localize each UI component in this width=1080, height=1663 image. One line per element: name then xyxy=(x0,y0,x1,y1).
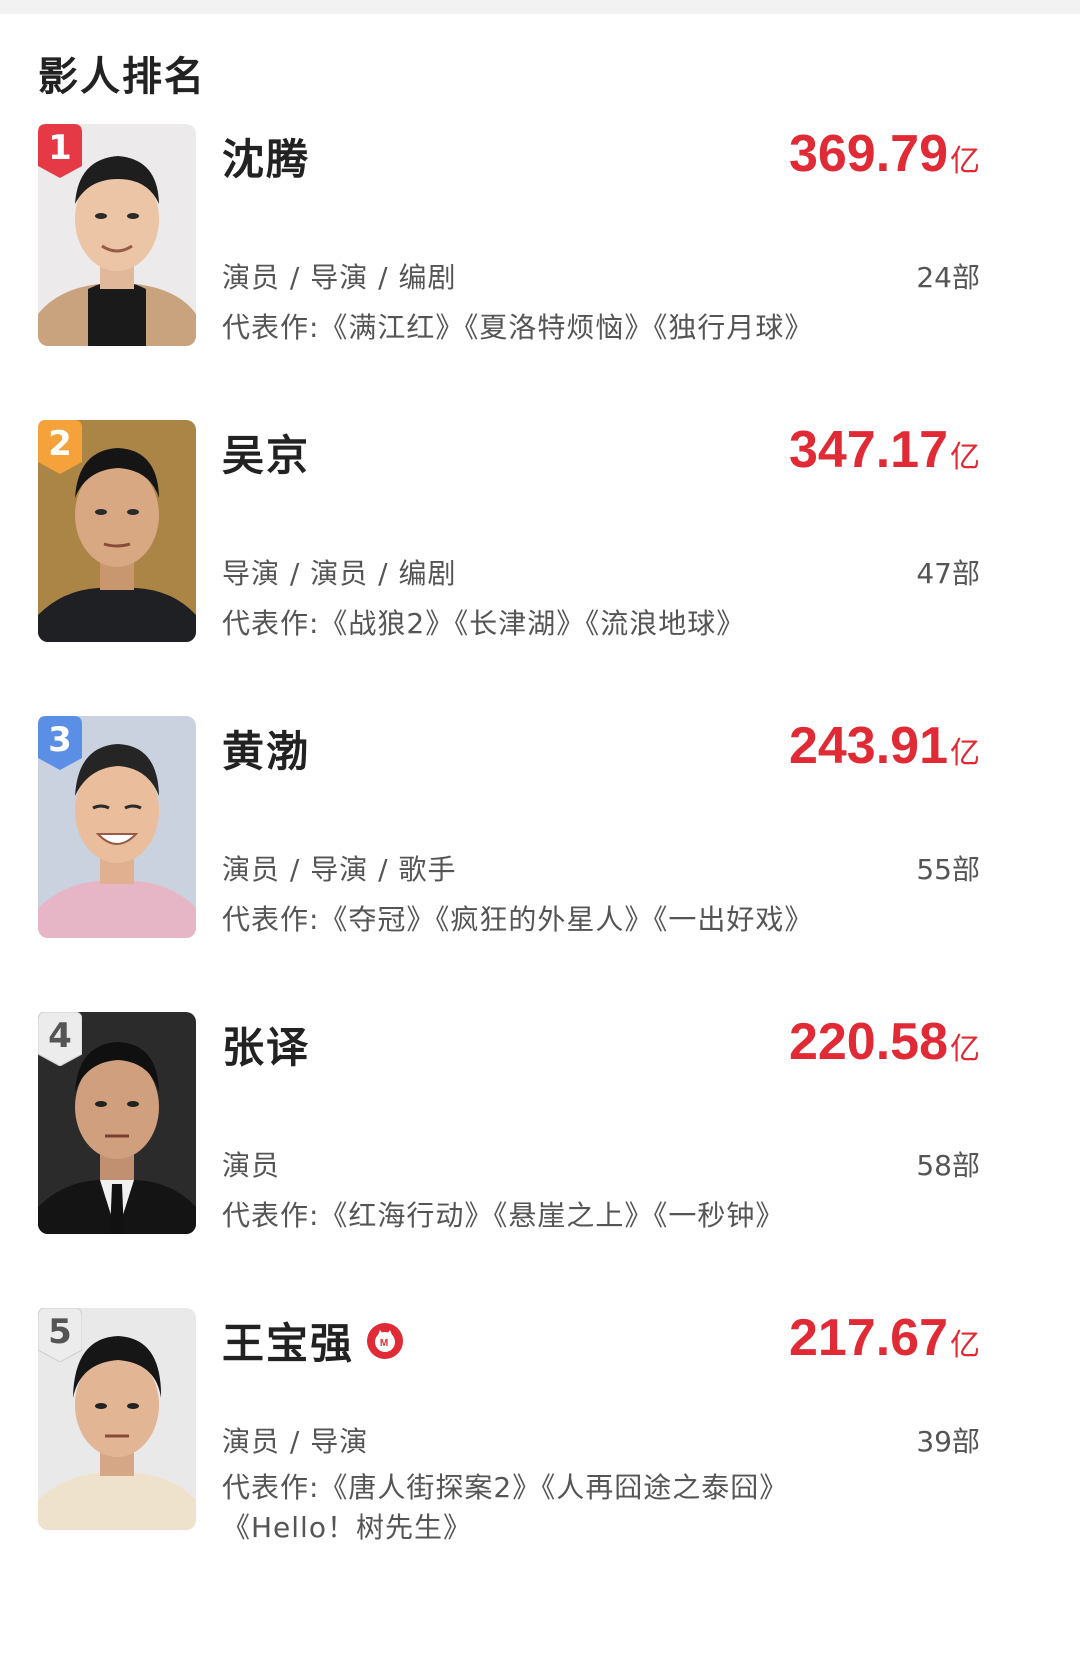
film-count: 24部 xyxy=(916,261,980,294)
person-name[interactable]: 沈腾 xyxy=(222,126,310,187)
box-office-total: 217.67亿 xyxy=(788,1309,980,1367)
person-name[interactable]: 吴京 xyxy=(222,422,310,483)
svg-text:M: M xyxy=(380,1338,390,1349)
box-office-total: 347.17亿 xyxy=(788,421,980,479)
rank-badge: 4 xyxy=(38,1012,82,1066)
representative-works: 代表作:《唐人街探案2》《人再囧途之泰囧》《Hello！树先生》 xyxy=(222,1471,789,1544)
film-count: 58部 xyxy=(916,1149,980,1182)
list-item[interactable]: 2 吴京 347.17亿 导演 / 演员 / 编剧 47部 代表作:《战狼2》《… xyxy=(0,420,1080,716)
maoyan-badge-icon: M xyxy=(367,1322,404,1359)
rank-badge: 2 xyxy=(38,420,82,474)
box-office-total: 243.91亿 xyxy=(788,717,980,775)
person-name[interactable]: 黄渤 xyxy=(222,718,310,779)
person-roles: 演员 / 导演 xyxy=(222,1425,369,1458)
rank-badge: 1 xyxy=(38,124,82,178)
list-item[interactable]: 1 沈腾 369.79亿 演员 / 导演 / 编剧 24部 代表作:《满江红》《… xyxy=(0,124,1080,420)
person-roles: 导演 / 演员 / 编剧 xyxy=(222,557,457,590)
person-name[interactable]: 张译 xyxy=(222,1014,310,1075)
list-item[interactable]: 3 黄渤 243.91亿 演员 / 导演 / 歌手 55部 代表作:《夺冠》《疯… xyxy=(0,716,1080,1012)
top-strip xyxy=(0,0,1080,14)
list-item[interactable]: 5 王宝强 M 217.67亿 演员 / 导演 39部 代表作:《唐人街探案2》… xyxy=(0,1308,1080,1604)
rank-badge: 3 xyxy=(38,716,82,770)
person-name[interactable]: 王宝强 M xyxy=(222,1310,404,1371)
film-count: 55部 xyxy=(916,853,980,886)
film-count: 47部 xyxy=(916,557,980,590)
person-roles: 演员 xyxy=(222,1149,281,1182)
section-title: 影人排名 xyxy=(38,54,206,100)
person-roles: 演员 / 导演 / 编剧 xyxy=(222,261,457,294)
representative-works: 代表作:《战狼2》《长津湖》《流浪地球》 xyxy=(222,607,746,640)
box-office-total: 369.79亿 xyxy=(788,125,980,183)
representative-works: 代表作:《夺冠》《疯狂的外星人》《一出好戏》 xyxy=(222,903,814,936)
film-count: 39部 xyxy=(916,1425,980,1458)
representative-works: 代表作:《满江红》《夏洛特烦恼》《独行月球》 xyxy=(222,311,814,344)
rank-badge: 5 xyxy=(38,1308,82,1362)
box-office-total: 220.58亿 xyxy=(788,1013,980,1071)
representative-works: 代表作:《红海行动》《悬崖之上》《一秒钟》 xyxy=(222,1199,785,1232)
person-roles: 演员 / 导演 / 歌手 xyxy=(222,853,457,886)
list-item[interactable]: 4 张译 220.58亿 演员 58部 代表作:《红海行动》《悬崖之上》《一秒钟… xyxy=(0,1012,1080,1308)
